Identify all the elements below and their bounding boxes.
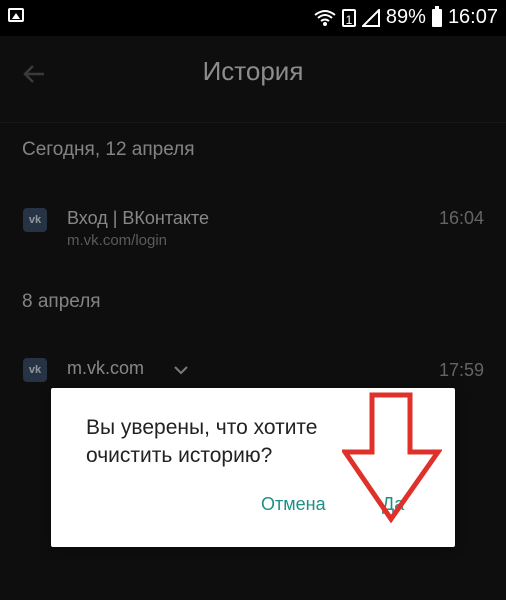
wifi-icon [314,9,336,26]
status-bar: 1 89% 16:07 [0,0,506,36]
status-icons: 1 89% 16:07 [314,5,498,29]
annotation-arrow-icon [342,392,442,524]
signal-icon [361,8,380,27]
battery-percent: 89% [385,6,426,28]
cancel-button[interactable]: Отмена [261,494,326,515]
sim-icon: 1 [341,8,356,27]
dialog-message: Вы уверены, что хотите очистить историю? [86,416,318,467]
clock: 16:07 [447,6,498,28]
battery-icon [431,5,442,27]
gallery-icon [8,8,24,22]
